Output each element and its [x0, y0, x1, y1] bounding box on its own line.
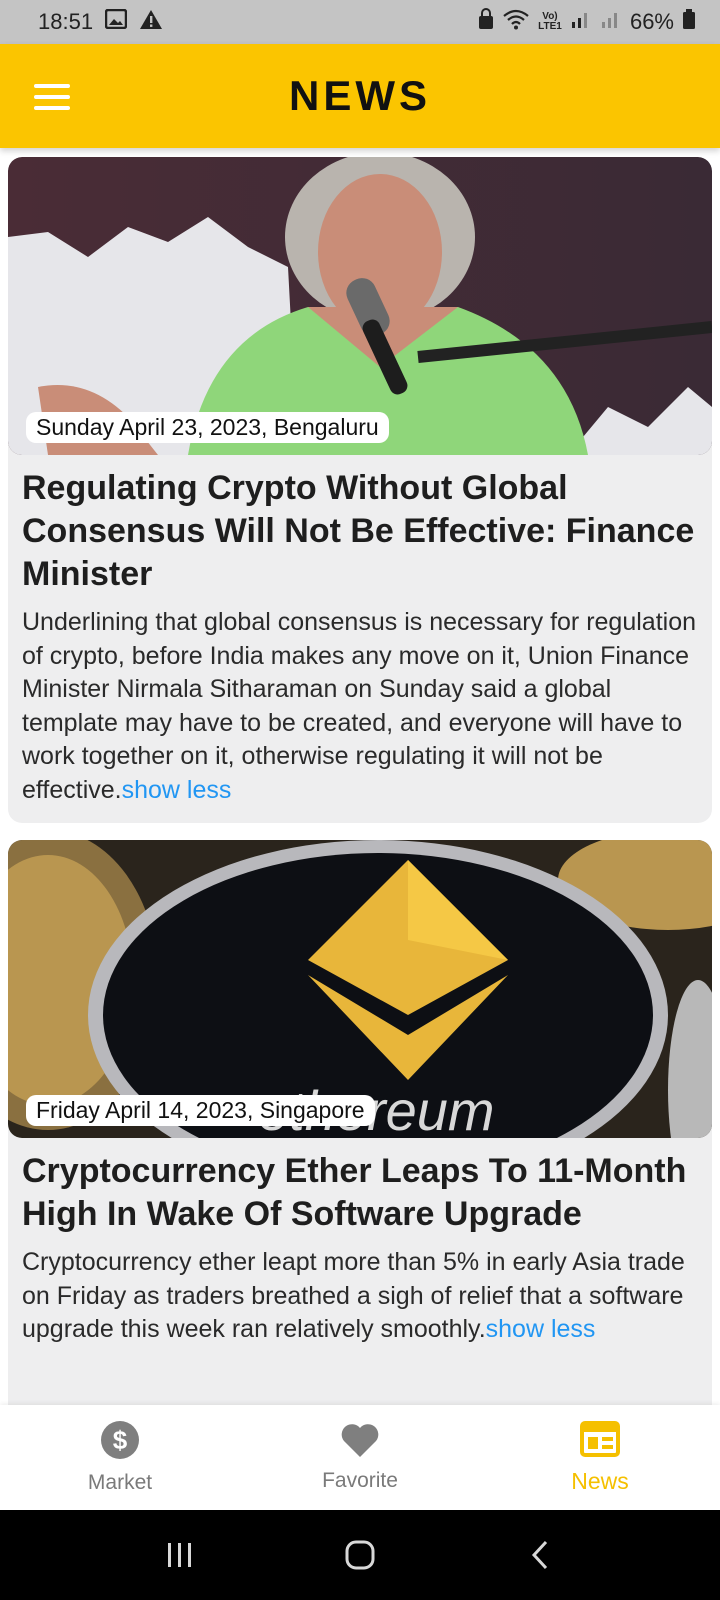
image-icon — [104, 8, 128, 35]
battery-icon — [682, 8, 696, 36]
status-time: 18:51 — [38, 9, 94, 34]
bottom-nav: $ Market Favorite News — [0, 1405, 720, 1510]
news-card[interactable]: Sunday April 23, 2023, Bengaluru Regulat… — [8, 157, 712, 823]
signal-icon — [570, 9, 592, 35]
status-bar: 18:51 Vo) LTE1 66% — [0, 0, 720, 44]
nav-favorite[interactable]: Favorite — [240, 1405, 480, 1510]
article-image: ethereum Friday April 14, 2023, Singapor… — [8, 840, 712, 1138]
nav-label: Market — [87, 1471, 153, 1494]
article-image: Sunday April 23, 2023, Bengaluru — [8, 157, 712, 455]
dollar-icon: $ — [100, 1420, 140, 1465]
lock-icon — [478, 8, 494, 36]
newspaper-icon — [580, 1420, 620, 1462]
nav-news[interactable]: News — [480, 1405, 720, 1510]
page-title: NEWS — [289, 72, 431, 119]
recents-icon[interactable] — [150, 1525, 210, 1585]
article-body: Underlining that global consensus is nec… — [8, 596, 712, 807]
article-body: Cryptocurrency ether leapt more than 5% … — [8, 1236, 712, 1347]
news-feed[interactable]: Sunday April 23, 2023, Bengaluru Regulat… — [0, 148, 720, 1405]
show-less-link[interactable]: show less — [122, 776, 232, 804]
home-icon[interactable] — [330, 1525, 390, 1585]
back-icon[interactable] — [510, 1525, 570, 1585]
svg-text:$: $ — [113, 1425, 128, 1455]
article-text: Underlining that global consensus is nec… — [22, 608, 696, 804]
article-title: Regulating Crypto Without Global Consens… — [22, 469, 695, 593]
system-nav-bar — [0, 1510, 720, 1600]
nav-market[interactable]: $ Market — [0, 1405, 240, 1510]
menu-icon[interactable] — [34, 84, 70, 110]
battery-label: 66% — [629, 9, 674, 34]
nav-label: Favorite — [322, 1469, 398, 1492]
date-location-label: Friday April 14, 2023, Singapore — [26, 1095, 375, 1126]
nav-label: News — [571, 1467, 629, 1494]
show-less-link[interactable]: show less — [486, 1315, 596, 1343]
signal-icon — [600, 9, 622, 35]
warning-icon — [139, 9, 163, 36]
app-bar: NEWS — [0, 44, 720, 148]
wifi-icon — [502, 8, 530, 36]
article-title: Cryptocurrency Ether Leaps To 11-Month H… — [22, 1152, 687, 1233]
heart-icon — [340, 1422, 380, 1463]
news-card[interactable]: ethereum Friday April 14, 2023, Singapor… — [8, 840, 712, 1405]
volte-icon: Vo) LTE1 — [538, 11, 562, 32]
date-location-label: Sunday April 23, 2023, Bengaluru — [26, 412, 389, 443]
